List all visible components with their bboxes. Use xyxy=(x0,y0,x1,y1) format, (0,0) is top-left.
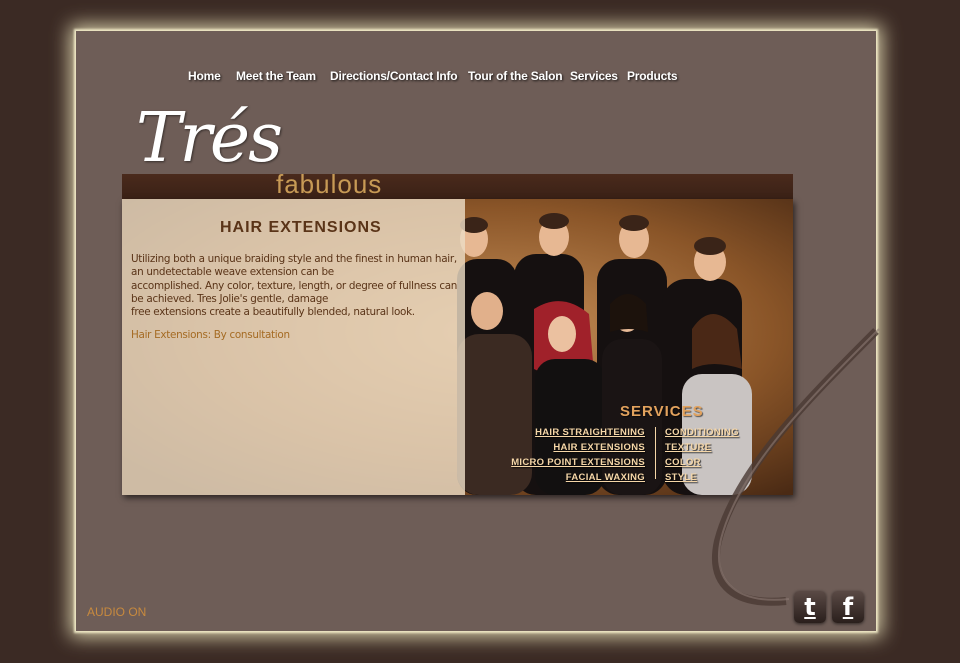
services-divider xyxy=(655,427,656,479)
nav-directions-contact[interactable]: Directions/Contact Info xyxy=(330,69,458,83)
description-line: accomplished. Any color, texture, length… xyxy=(131,279,458,292)
description-line: free extensions create a beautifully ble… xyxy=(131,306,415,319)
description-paragraph: Utilizing both a unique braiding style a… xyxy=(131,253,461,319)
service-micro-point-extensions[interactable]: MICRO POINT EXTENSIONS xyxy=(511,455,645,470)
service-hair-straightening[interactable]: HAIR STRAIGHTENING xyxy=(511,425,645,440)
nav-services[interactable]: Services xyxy=(570,69,618,83)
audio-toggle[interactable]: AUDIO ON xyxy=(87,605,146,619)
price-line: Hair Extensions: By consultation xyxy=(131,329,290,341)
facebook-icon[interactable]: f xyxy=(832,591,864,623)
nav-home[interactable]: Home xyxy=(188,69,221,83)
text-overlay xyxy=(122,199,465,495)
service-facial-waxing[interactable]: FACIAL WAXING xyxy=(511,470,645,485)
services-list-left: HAIR STRAIGHTENING HAIR EXTENSIONS MICRO… xyxy=(511,425,645,485)
top-nav: Home Meet the Team Directions/Contact In… xyxy=(76,69,876,91)
hero-panel: HAIR EXTENSIONS Utilizing both a unique … xyxy=(122,199,793,495)
description-line: Utilizing both a unique braiding style a… xyxy=(131,253,457,265)
logo-subtitle: fabulous xyxy=(276,169,383,199)
section-heading: HAIR EXTENSIONS xyxy=(220,219,382,236)
nav-meet-the-team[interactable]: Meet the Team xyxy=(236,69,316,83)
description-line: an undetectable weave extension can be xyxy=(131,266,334,279)
services-title: SERVICES xyxy=(620,403,704,420)
twitter-icon[interactable]: t xyxy=(794,591,826,623)
nav-tour-of-the-salon[interactable]: Tour of the Salon xyxy=(468,69,563,83)
logo-script-text: Trés xyxy=(136,99,283,178)
main-frame: Home Meet the Team Directions/Contact In… xyxy=(76,31,880,631)
description-line: be achieved. Tres Jolie's gentle, damage xyxy=(131,292,329,305)
service-hair-extensions[interactable]: HAIR EXTENSIONS xyxy=(511,440,645,455)
nav-products[interactable]: Products xyxy=(627,69,678,83)
